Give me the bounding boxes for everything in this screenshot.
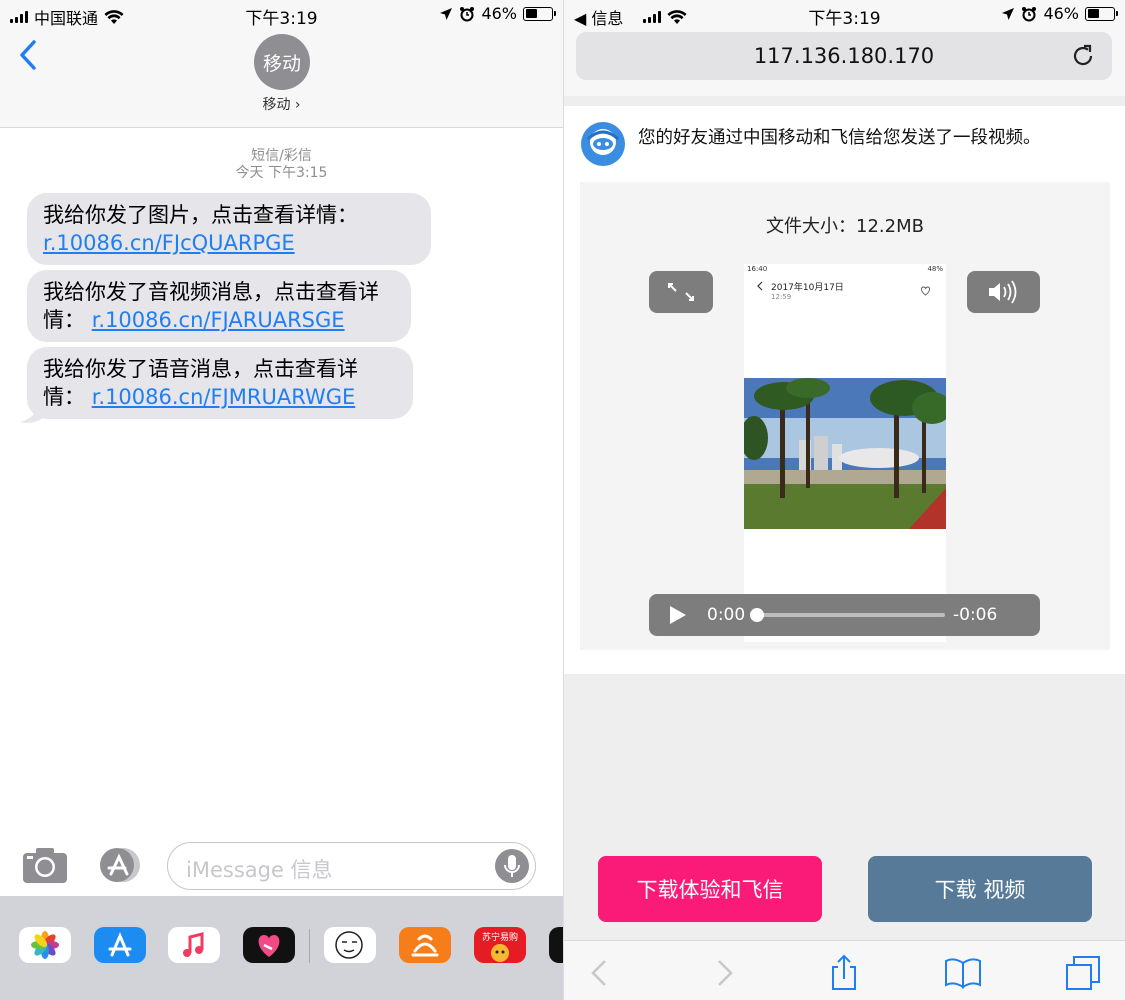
file-size-label: 文件大小：12.2MB bbox=[766, 216, 924, 237]
address-bar[interactable]: 117.136.180.170 bbox=[576, 32, 1112, 80]
bubble-tail-shape bbox=[20, 400, 44, 423]
speaker-icon bbox=[989, 280, 1017, 304]
share-message: 您的好友通过中国移动和飞信给您发送了一段视频。 bbox=[638, 128, 1041, 148]
imessage-app-drawer: 苏宁易购 bbox=[0, 896, 563, 1000]
alarm-icon bbox=[1022, 6, 1037, 21]
video-frame[interactable]: 16:40 48% 2017年10月17日 12:59 bbox=[744, 264, 946, 642]
messages-app: 中国联通 下午3:19 46% 移动 移动 › 短信/彩信 今天 下午3:15 … bbox=[0, 0, 563, 1000]
status-bar: 中国联通 下午3:19 46% bbox=[0, 0, 563, 29]
message-input[interactable]: iMessage 信息 bbox=[167, 842, 536, 890]
message-input-placeholder: iMessage 信息 bbox=[186, 858, 333, 882]
video-player-card: 文件大小：12.2MB 16:40 48% 2017年10月17日 12:59 bbox=[580, 182, 1110, 650]
battery-icon bbox=[1085, 6, 1118, 21]
progress-scrubber[interactable] bbox=[750, 608, 764, 622]
play-icon[interactable] bbox=[669, 605, 687, 625]
safari-browser: ◀ 信息 下午3:19 46% 117.136.180.170 您的好友通过中国… bbox=[563, 0, 1125, 1000]
url-text: 117.136.180.170 bbox=[753, 44, 935, 68]
contact-name[interactable]: 移动 › bbox=[0, 94, 563, 114]
download-video-button[interactable]: 下载 视频 bbox=[868, 856, 1092, 922]
message-bubble[interactable]: 我给你发了音视频消息，点击查看详情： r.10086.cn/FJARUARSGE bbox=[27, 270, 411, 342]
expand-icon bbox=[668, 283, 694, 301]
message-bubble[interactable]: 我给你发了语音消息，点击查看详情： r.10086.cn/FJMRUARWGE bbox=[27, 347, 413, 419]
back-arrow-icon[interactable] bbox=[580, 953, 620, 993]
app-store-icon[interactable] bbox=[95, 846, 143, 884]
location-icon bbox=[1002, 7, 1015, 20]
download-fetion-button[interactable]: 下载体验和飞信 bbox=[598, 856, 822, 922]
status-bar: ◀ 信息 下午3:19 46% bbox=[564, 0, 1125, 29]
address-area: ◀ 信息 下午3:19 46% 117.136.180.170 bbox=[564, 0, 1125, 96]
suning-icon[interactable]: 苏宁易购 bbox=[474, 927, 526, 963]
alarm-icon bbox=[460, 6, 475, 21]
bookmarks-icon[interactable] bbox=[943, 953, 983, 993]
reload-icon[interactable] bbox=[1070, 43, 1096, 69]
forward-arrow-icon[interactable] bbox=[704, 953, 744, 993]
park-photo bbox=[744, 378, 946, 529]
message-link[interactable]: r.10086.cn/FJARUARSGE bbox=[92, 308, 345, 332]
microphone-icon[interactable] bbox=[495, 849, 529, 883]
music-icon[interactable] bbox=[168, 927, 220, 963]
battery-percent: 46% bbox=[481, 4, 517, 23]
message-link[interactable]: r.10086.cn/FJMRUARWGE bbox=[92, 385, 356, 409]
message-link[interactable]: r.10086.cn/FJcQUARPGE bbox=[43, 231, 295, 255]
suning-label: 苏宁易购 bbox=[481, 933, 518, 943]
location-icon bbox=[440, 7, 453, 20]
app-store-icon[interactable] bbox=[94, 927, 146, 963]
tray-divider bbox=[309, 929, 310, 963]
video-controls: 0:00 -0:06 bbox=[649, 594, 1040, 636]
frame-date: 2017年10月17日 bbox=[771, 283, 844, 293]
progress-track[interactable] bbox=[755, 613, 945, 617]
avatar[interactable]: 移动 bbox=[254, 34, 310, 90]
tabs-icon[interactable] bbox=[1063, 953, 1103, 993]
sticker-face-icon[interactable] bbox=[324, 927, 376, 963]
share-icon[interactable] bbox=[824, 953, 864, 993]
uc-browser-icon[interactable] bbox=[399, 927, 451, 963]
chevron-left-icon[interactable] bbox=[14, 38, 44, 72]
app-icon-partial[interactable] bbox=[549, 927, 563, 963]
heart-app-icon[interactable] bbox=[243, 927, 295, 963]
message-bubble[interactable]: 我给你发了图片，点击查看详情： r.10086.cn/FJcQUARPGE bbox=[27, 193, 431, 265]
photos-icon[interactable] bbox=[19, 927, 71, 963]
conversation-header: 中国联通 下午3:19 46% 移动 移动 › bbox=[0, 0, 563, 128]
frame-time: 12:59 bbox=[771, 293, 792, 301]
frame-back-icon bbox=[757, 281, 763, 291]
battery-icon bbox=[523, 6, 556, 21]
remaining-time: -0:06 bbox=[953, 605, 998, 625]
frame-status-battery: 48% bbox=[927, 265, 943, 273]
current-time: 0:00 bbox=[707, 605, 746, 625]
browser-toolbar bbox=[564, 940, 1125, 1000]
volume-button[interactable] bbox=[967, 271, 1040, 313]
battery-percent: 46% bbox=[1043, 4, 1079, 23]
message-text: 我给你发了图片，点击查看详情： bbox=[43, 203, 358, 227]
fullscreen-button[interactable] bbox=[649, 271, 713, 313]
frame-status-time: 16:40 bbox=[747, 265, 768, 273]
camera-icon[interactable] bbox=[22, 846, 68, 884]
message-timestamp: 今天 下午3:15 bbox=[235, 165, 328, 181]
page-top-divider bbox=[564, 96, 1125, 106]
fetion-logo-icon bbox=[581, 122, 625, 166]
frame-heart-icon bbox=[921, 286, 930, 296]
